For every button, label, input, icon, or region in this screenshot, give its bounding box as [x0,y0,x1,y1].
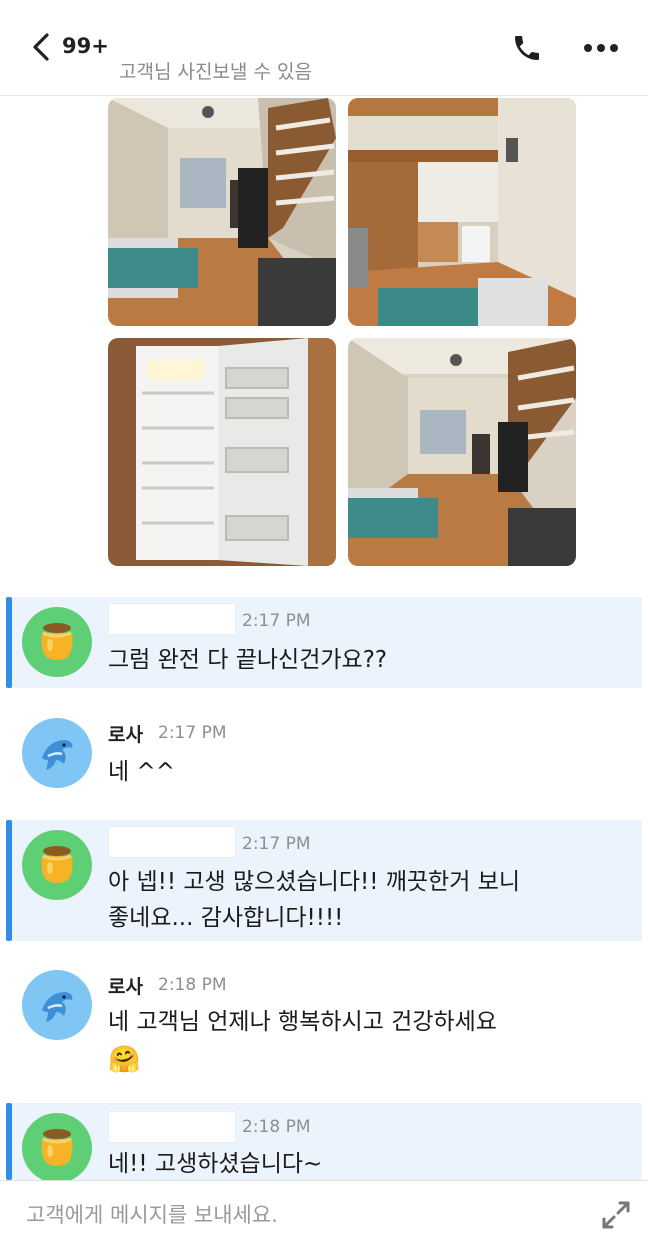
room-photo-1[interactable] [108,98,336,326]
dolphin-avatar[interactable] [22,970,92,1040]
back-button[interactable] [26,30,56,64]
message-time: 2:17 PM [242,834,311,854]
unread-count: 99+ [62,34,109,58]
message-text: 네 ^^ [108,759,176,785]
fridge-photo[interactable] [108,338,336,566]
sender-name: 로사 [108,724,143,746]
honey-jar-icon [41,1129,73,1166]
hug-emoji: 🤗 [108,1045,141,1075]
call-button[interactable] [508,30,546,66]
chat-subtitle: 고객님 사진보낼 수 있음 [119,61,312,83]
room-photo-2[interactable] [348,98,576,326]
back-chevron-icon [33,33,49,61]
honey-jar-icon [41,623,73,660]
message-self: 2:18 PM 네!! 고생하셨습니다~ [6,1103,642,1180]
accent-bar [6,820,12,941]
message-other: 로사 2:18 PM 네 고객님 언제나 행복하시고 건강하세요 🤗 [0,964,648,1084]
sender-name-redacted [108,603,236,635]
expand-button[interactable] [598,1197,634,1233]
honey-avatar[interactable] [22,830,92,900]
message-other: 로사 2:17 PM 네 ^^ [0,712,648,800]
sender-name-redacted [108,826,236,858]
accent-bar [6,597,12,688]
room-photo-4[interactable] [348,338,576,566]
message-time: 2:18 PM [242,1117,311,1137]
dolphin-icon [42,740,73,770]
message-input-bar [0,1180,648,1249]
dolphin-icon [42,992,73,1022]
chat-header: 99+ 고객님 사진보낼 수 있음 [0,0,648,96]
message-text-line-1: 아 넵!! 고생 많으셨습니다!! 깨끗한거 보니 [108,869,520,895]
message-text: 네!! 고생하셨습니다~ [108,1151,323,1177]
sender-name-redacted [108,1111,236,1143]
honey-avatar[interactable] [22,1113,92,1180]
expand-icon [602,1201,630,1229]
more-icon [584,44,618,52]
message-input[interactable] [26,1195,546,1235]
message-time: 2:18 PM [158,975,227,995]
photo-grid [0,96,648,576]
message-self: 2:17 PM 그럼 완전 다 끝나신건가요?? [6,597,642,688]
sender-name: 로사 [108,976,143,998]
message-time: 2:17 PM [242,611,311,631]
phone-icon [515,36,539,60]
accent-bar [6,1103,12,1180]
dolphin-avatar[interactable] [22,718,92,788]
message-text: 그럼 완전 다 끝나신건가요?? [108,647,388,673]
honey-avatar[interactable] [22,607,92,677]
message-text-line-2: 좋네요... 감사합니다!!!! [108,905,344,931]
message-text: 네 고객님 언제나 행복하시고 건강하세요 [108,1009,497,1035]
more-button[interactable] [580,34,622,62]
message-time: 2:17 PM [158,723,227,743]
message-self: 2:17 PM 아 넵!! 고생 많으셨습니다!! 깨끗한거 보니 좋네요...… [6,820,642,941]
honey-jar-icon [41,846,73,883]
